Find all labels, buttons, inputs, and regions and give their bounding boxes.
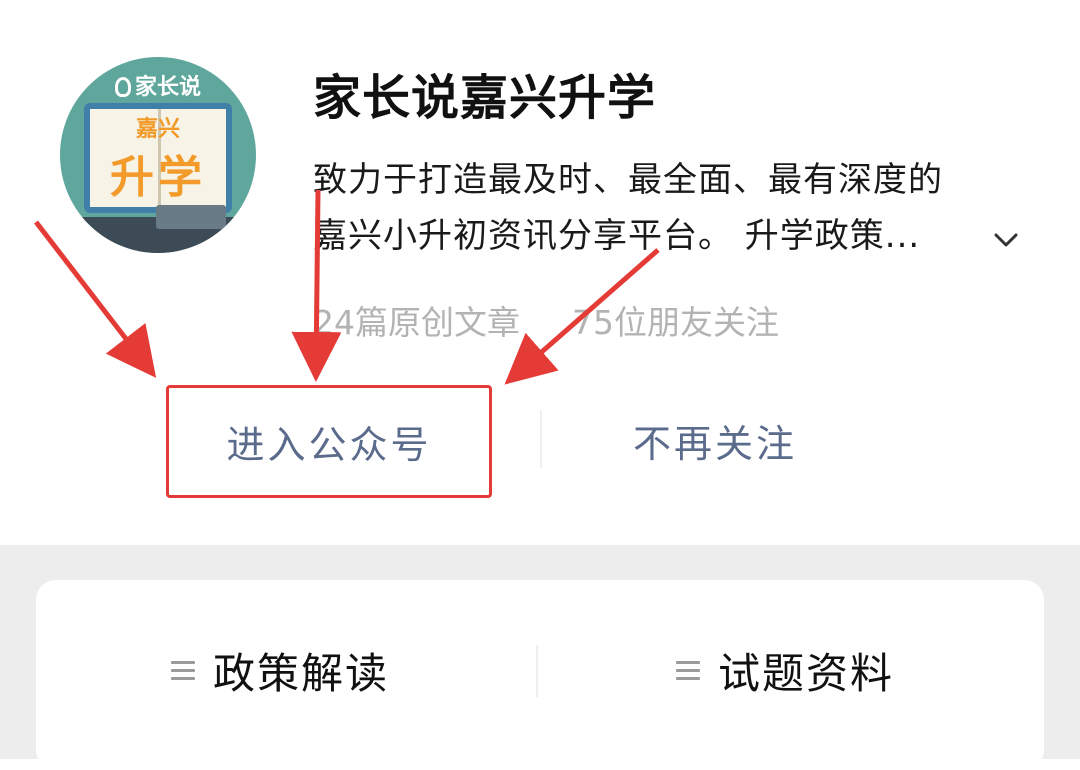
- menu-lines-icon: [171, 658, 195, 682]
- account-avatar[interactable]: 家长说 嘉兴 升学: [60, 57, 256, 253]
- avatar-books-stack-graphic: [156, 205, 226, 229]
- account-stats: 24篇原创文章 75位朋友关注: [313, 296, 779, 344]
- account-profile-card: 家长说 嘉兴 升学 家长说嘉兴升学 致力于打造最及时、最全面、最有深度的 嘉兴小…: [0, 0, 1080, 545]
- description-line-2: 嘉兴小升初资讯分享平台。 升学政策...: [313, 216, 921, 256]
- actions-divider: [540, 410, 542, 468]
- enter-account-button[interactable]: 进入公众号: [168, 387, 490, 495]
- avatar-text-line2: 升学: [110, 152, 206, 203]
- avatar-brand: 家长说: [60, 69, 256, 101]
- menu-divider: [536, 645, 538, 697]
- account-name: 家长说嘉兴升学: [313, 70, 657, 126]
- menu-item-exam-materials[interactable]: 试题资料: [676, 630, 1036, 710]
- friends-following-count: 75位朋友关注: [572, 303, 779, 342]
- avatar-book-graphic: 嘉兴 升学: [84, 103, 232, 213]
- chevron-down-icon[interactable]: [990, 224, 1022, 256]
- description-line-1: 致力于打造最及时、最全面、最有深度的: [313, 160, 943, 200]
- menu-item-label: 政策解读: [213, 648, 390, 698]
- menu-lines-icon: [676, 658, 700, 682]
- menu-item-label: 试题资料: [718, 648, 895, 698]
- menu-item-policy[interactable]: 政策解读: [171, 630, 531, 710]
- account-menu-card: 政策解读 试题资料: [36, 580, 1044, 770]
- lightbulb-icon: [114, 77, 131, 97]
- account-description[interactable]: 致力于打造最及时、最全面、最有深度的 嘉兴小升初资讯分享平台。 升学政策...: [313, 152, 1013, 264]
- original-articles-count: 24篇原创文章: [313, 303, 520, 342]
- unfollow-button[interactable]: 不再关注: [560, 390, 870, 490]
- avatar-text-line1: 嘉兴: [135, 117, 180, 142]
